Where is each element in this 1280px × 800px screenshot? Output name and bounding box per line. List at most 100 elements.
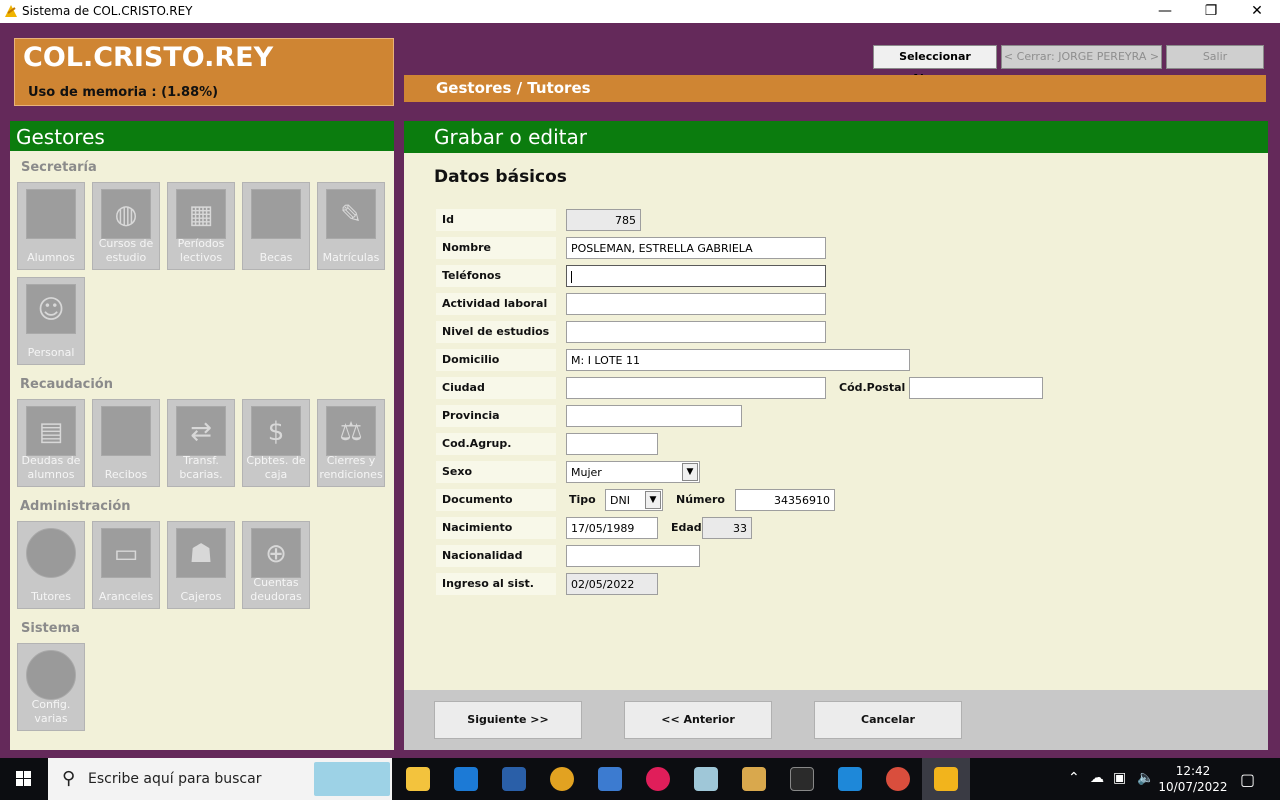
sexo-select[interactable]: Mujer ▼ — [566, 461, 700, 483]
taskbar-app-terminal[interactable] — [778, 758, 826, 800]
tutors-icon — [26, 528, 76, 578]
domicilio-field[interactable]: M: I LOTE 11 — [566, 349, 910, 371]
tile-transf[interactable]: ⇄ Transf. bcarias. — [167, 399, 235, 487]
taskbar-app-vscode[interactable] — [826, 758, 874, 800]
label-domicilio: Domicilio — [436, 349, 556, 371]
tile-matriculas[interactable]: ✎ Matrículas — [317, 182, 385, 270]
clock-time: 12:42 — [1175, 764, 1211, 778]
group-label-sistema: Sistema — [21, 621, 80, 636]
nacionalidad-field[interactable] — [566, 545, 700, 567]
restore-button[interactable]: ❐ — [1188, 0, 1234, 23]
cloud-icon[interactable]: ☁ — [1090, 770, 1104, 786]
tile-recibos[interactable]: Recibos — [92, 399, 160, 487]
select-student-button[interactable]: Seleccionar Alumno — [873, 45, 997, 85]
tile-label: Alumnos — [27, 251, 75, 264]
windows-start-icon[interactable] — [0, 758, 48, 800]
tile-deudas[interactable]: ▤ Deudas de alumnos — [17, 399, 85, 487]
tile-label: Matrículas — [322, 251, 380, 264]
form-panel: Grabar o editar Datos básicos Id 785 Nom… — [404, 121, 1268, 750]
taskbar-search[interactable]: ⚲ Escribe aquí para buscar — [48, 758, 392, 800]
fees-icon: ▭ — [101, 528, 151, 578]
nacimiento-field[interactable]: 17/05/1989 — [566, 517, 658, 539]
taskbar-app-blue[interactable] — [490, 758, 538, 800]
tile-personal[interactable]: ☺ Personal — [17, 277, 85, 365]
taskbar-app-chrome-profile[interactable] — [874, 758, 922, 800]
next-button[interactable]: Siguiente >> — [434, 701, 582, 739]
cancel-button[interactable]: Cancelar — [814, 701, 962, 739]
taskbar-app-remote[interactable] — [586, 758, 634, 800]
label-nacimiento: Nacimiento — [436, 517, 556, 539]
tile-label: Config. varias — [31, 698, 71, 725]
label-actividad: Actividad laboral — [436, 293, 556, 315]
actividad-field[interactable] — [566, 293, 826, 315]
numero-field[interactable]: 34356910 — [735, 489, 835, 511]
text-cursor — [571, 271, 572, 283]
previous-button[interactable]: << Anterior — [624, 701, 772, 739]
closing-icon: ⚖ — [326, 406, 376, 456]
tile-alumnos[interactable]: Alumnos — [17, 182, 85, 270]
settings-icon — [26, 650, 76, 700]
tile-label: Cpbtes. de caja — [246, 454, 306, 481]
id-field: 785 — [566, 209, 641, 231]
taskbar: ⚲ Escribe aquí para buscar ⌃ ☁ ▣ 🔈 12:42… — [0, 758, 1280, 800]
label-documento: Documento — [436, 489, 556, 511]
tile-cuentas[interactable]: ⊕ Cuentas deudoras — [242, 521, 310, 609]
label-id: Id — [436, 209, 556, 231]
tile-label: Cierres y rendiciones — [319, 454, 383, 481]
ciudad-field[interactable] — [566, 377, 826, 399]
provincia-field[interactable] — [566, 405, 742, 427]
tile-aranceles[interactable]: ▭ Aranceles — [92, 521, 160, 609]
taskbar-app-active[interactable] — [922, 758, 970, 800]
label-nacionalidad: Nacionalidad — [436, 545, 556, 567]
chevron-down-icon[interactable]: ▼ — [682, 463, 698, 481]
tile-label: Becas — [259, 251, 293, 264]
title-bar: Sistema de COL.CRISTO.REY — ❐ ✕ — [0, 0, 1280, 23]
tile-cursos[interactable]: ◍ Cursos de estudio — [92, 182, 160, 270]
exit-button[interactable]: Salir — [1166, 45, 1264, 69]
network-icon[interactable]: ▣ — [1113, 770, 1126, 786]
close-session-button[interactable]: < Cerrar: JORGE PEREYRA > — [1001, 45, 1162, 69]
label-provincia: Provincia — [436, 405, 556, 427]
taskbar-app-slack[interactable] — [634, 758, 682, 800]
label-nivel: Nivel de estudios — [436, 321, 556, 343]
codagrup-field[interactable] — [566, 433, 658, 455]
sidebar-title: Gestores — [10, 121, 394, 151]
label-numero: Número — [676, 493, 725, 506]
cashier-icon: ☗ — [176, 528, 226, 578]
chevron-up-icon[interactable]: ⌃ — [1068, 770, 1080, 786]
taskbar-app-explorer[interactable] — [394, 758, 442, 800]
nombre-field[interactable]: POSLEMAN, ESTRELLA GABRIELA — [566, 237, 826, 259]
chevron-down-icon[interactable]: ▼ — [645, 491, 661, 509]
label-edad: Edad — [671, 521, 702, 534]
tile-tutores[interactable]: Tutores — [17, 521, 85, 609]
tile-cajeros[interactable]: ☗ Cajeros — [167, 521, 235, 609]
tile-periodos[interactable]: ▦ Períodos lectivos — [167, 182, 235, 270]
tile-label: Aranceles — [98, 590, 154, 603]
taskbar-app-mail[interactable] — [442, 758, 490, 800]
close-button[interactable]: ✕ — [1234, 0, 1280, 23]
notifications-icon[interactable]: ▢ — [1240, 770, 1255, 789]
taskbar-app-chrome[interactable] — [538, 758, 586, 800]
school-name: COL.CRISTO.REY — [23, 42, 274, 73]
section-title: Gestores / Tutores — [436, 79, 591, 97]
telefonos-field[interactable] — [566, 265, 826, 287]
tile-cpbtes[interactable]: $ Cpbtes. de caja — [242, 399, 310, 487]
volume-icon[interactable]: 🔈 — [1137, 770, 1154, 786]
courses-icon: ◍ — [101, 189, 151, 239]
search-highlight-image — [314, 762, 390, 796]
search-placeholder: Escribe aquí para buscar — [88, 771, 262, 787]
tipo-value: DNI — [610, 494, 630, 507]
memory-usage: Uso de memoria : (1.88%) — [28, 85, 219, 100]
nivel-field[interactable] — [566, 321, 826, 343]
taskbar-app-paint[interactable] — [730, 758, 778, 800]
taskbar-app-notes[interactable] — [682, 758, 730, 800]
clock[interactable]: 12:42 10/07/2022 — [1158, 763, 1228, 795]
tile-config[interactable]: Config. varias — [17, 643, 85, 731]
minimize-button[interactable]: — — [1142, 0, 1188, 23]
tile-becas[interactable]: Becas — [242, 182, 310, 270]
tile-label: Tutores — [31, 590, 71, 603]
cp-field[interactable] — [909, 377, 1043, 399]
tipo-select[interactable]: DNI ▼ — [605, 489, 663, 511]
tile-cierres[interactable]: ⚖ Cierres y rendiciones — [317, 399, 385, 487]
transfer-icon: ⇄ — [176, 406, 226, 456]
